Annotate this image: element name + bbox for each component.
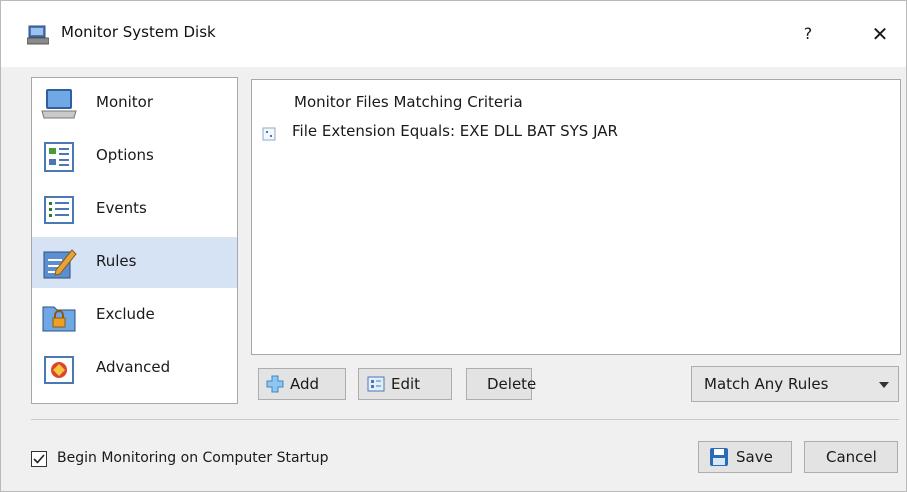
rule-item[interactable]: File Extension Equals: EXE DLL BAT SYS J… [292,122,618,140]
rules-header: Monitor Files Matching Criteria [294,93,523,111]
plus-icon [266,375,284,393]
options-list-icon [44,142,74,172]
edit-button-label: Edit [391,375,421,393]
match-rules-value: Match Any Rules [704,375,829,393]
checkmark-icon [33,454,45,464]
laptop-icon [41,89,77,119]
cancel-button-label: Cancel [826,448,877,466]
window-title: Monitor System Disk [61,23,216,41]
sidebar-item-label: Advanced [96,358,171,376]
sidebar-item-advanced[interactable]: Advanced [32,343,237,394]
sidebar-item-label: Rules [96,252,137,270]
delete-button-label: Delete [487,375,537,393]
sidebar-item-label: Monitor [96,93,154,111]
save-button-label: Save [736,448,773,466]
chevron-down-icon [879,382,889,388]
edit-button[interactable]: Edit [358,368,452,400]
sidebar-item-label: Options [96,146,154,164]
category-sidebar: Monitor Options Events Rules Exclude Adv… [31,77,238,404]
match-rules-select[interactable]: Match Any Rules [691,366,899,402]
sidebar-item-events[interactable]: Events [32,184,237,235]
edit-form-icon [367,376,385,392]
dialog-window: Monitor System Disk ? ✕ Monitor Options [0,0,907,492]
floppy-disk-icon [710,448,728,466]
sidebar-item-label: Exclude [96,305,155,323]
sidebar-item-options[interactable]: Options [32,131,237,182]
monitor-app-icon [27,25,49,45]
cancel-button[interactable]: Cancel [804,441,898,473]
save-button[interactable]: Save [698,441,792,473]
add-button-label: Add [290,375,320,393]
sidebar-item-label: Events [96,199,147,217]
sidebar-item-rules[interactable]: Rules [32,237,237,288]
close-button[interactable]: ✕ [858,17,902,51]
rules-pencil-icon [43,249,77,279]
advanced-settings-icon [44,356,74,384]
add-button[interactable]: Add [258,368,346,400]
divider [31,419,899,420]
help-button[interactable]: ? [786,17,830,51]
rule-item-icon [262,127,276,141]
sidebar-item-exclude[interactable]: Exclude [32,290,237,341]
sidebar-item-monitor[interactable]: Monitor [32,78,237,129]
delete-button[interactable]: Delete [466,368,536,400]
title-bar: Monitor System Disk ? ✕ [1,1,906,67]
startup-checkbox[interactable] [31,451,47,467]
locked-folder-icon [42,306,76,332]
startup-checkbox-label[interactable]: Begin Monitoring on Computer Startup [57,450,329,466]
rules-list[interactable]: Monitor Files Matching Criteria File Ext… [251,79,901,355]
events-list-icon [44,196,74,224]
